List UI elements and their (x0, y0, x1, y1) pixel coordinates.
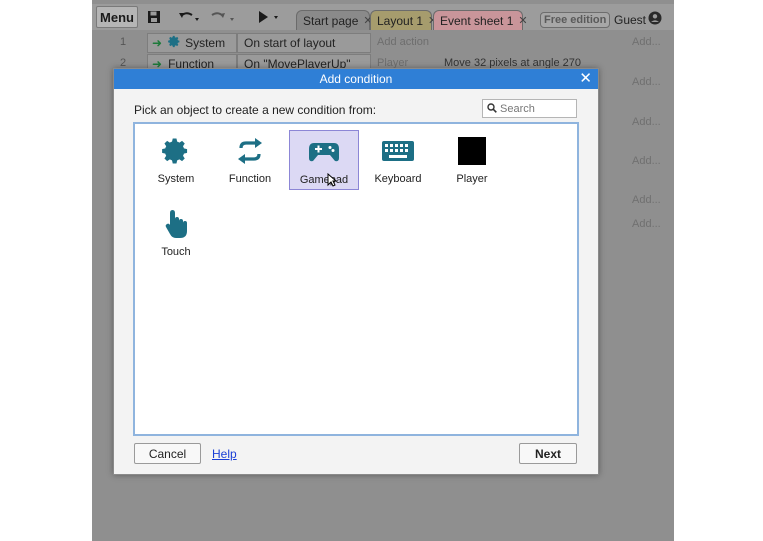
tab-label: Start page (303, 13, 359, 28)
refresh-arrows-icon (236, 134, 264, 168)
object-function[interactable]: Function (215, 130, 285, 190)
tab-start-page[interactable]: Start page ✕ (296, 10, 373, 30)
object-label: Gamepad (299, 174, 349, 186)
touch-finger-icon (164, 207, 188, 241)
object-label: System (157, 173, 195, 185)
search-box[interactable] (482, 99, 577, 118)
play-icon[interactable] (257, 7, 283, 27)
object-list-panel: System Function Gamepad Keyboard Player … (133, 122, 579, 436)
dialog-title: Add condition (319, 72, 393, 86)
gamepad-icon (308, 135, 340, 169)
event-object-label: System (185, 36, 226, 50)
cancel-button[interactable]: Cancel (134, 443, 201, 464)
free-edition-badge[interactable]: Free edition (540, 12, 611, 28)
redo-icon[interactable] (210, 7, 238, 27)
gear-icon (162, 134, 190, 168)
object-system[interactable]: System (141, 130, 211, 190)
tab-event-sheet-1[interactable]: Event sheet 1 ✕ (433, 10, 528, 30)
object-gamepad[interactable]: Gamepad (289, 130, 359, 190)
tab-layout-1[interactable]: Layout 1 ✕ (370, 10, 437, 30)
dialog-title-bar: Add condition ✕ (114, 69, 598, 89)
user-account-icon[interactable] (648, 11, 662, 30)
menu-button[interactable]: Menu (96, 6, 138, 28)
next-button[interactable]: Next (519, 443, 577, 464)
search-input[interactable] (500, 102, 570, 115)
search-icon (487, 100, 497, 118)
add-condition-dialog: Add condition ✕ Pick an object to create… (113, 68, 599, 475)
event-object[interactable]: ➜ System (147, 33, 237, 53)
object-touch[interactable]: Touch (141, 203, 211, 263)
main-toolbar: Menu Start page ✕ Layout 1 ✕ Event sheet… (92, 4, 674, 30)
add-link[interactable]: Add... (632, 116, 661, 128)
object-label: Function (228, 173, 272, 185)
dialog-prompt: Pick an object to create a new condition… (134, 103, 377, 117)
add-link[interactable]: Add... (632, 76, 661, 88)
add-link[interactable]: Add... (632, 218, 661, 230)
object-player[interactable]: Player (437, 130, 507, 190)
save-icon[interactable] (147, 7, 161, 27)
event-condition[interactable]: On start of layout (237, 33, 371, 53)
tab-label: Layout 1 (377, 13, 424, 28)
event-row[interactable]: 1 ➜ System On start of layout Add action… (92, 33, 674, 53)
tab-label: Event sheet 1 (440, 13, 514, 28)
add-link[interactable]: Add... (632, 194, 661, 206)
close-icon[interactable]: ✕ (579, 71, 592, 87)
keyboard-icon (381, 134, 415, 168)
arrow-right-icon: ➜ (152, 36, 163, 50)
add-link[interactable]: Add... (632, 155, 661, 167)
help-link[interactable]: Help (212, 447, 237, 461)
object-label: Keyboard (374, 173, 422, 185)
add-link[interactable]: Add... (632, 36, 661, 48)
add-action-link[interactable]: Add action (377, 36, 429, 48)
undo-icon[interactable] (178, 7, 200, 27)
mouse-cursor-icon (327, 173, 337, 187)
gear-icon (168, 35, 181, 51)
black-square-sprite-icon (458, 134, 486, 168)
object-label: Player (456, 173, 488, 185)
close-tab-icon[interactable]: ✕ (518, 14, 527, 27)
event-number: 1 (120, 36, 127, 48)
object-keyboard[interactable]: Keyboard (363, 130, 433, 190)
user-label: Guest (614, 13, 647, 27)
object-label: Touch (161, 246, 191, 258)
